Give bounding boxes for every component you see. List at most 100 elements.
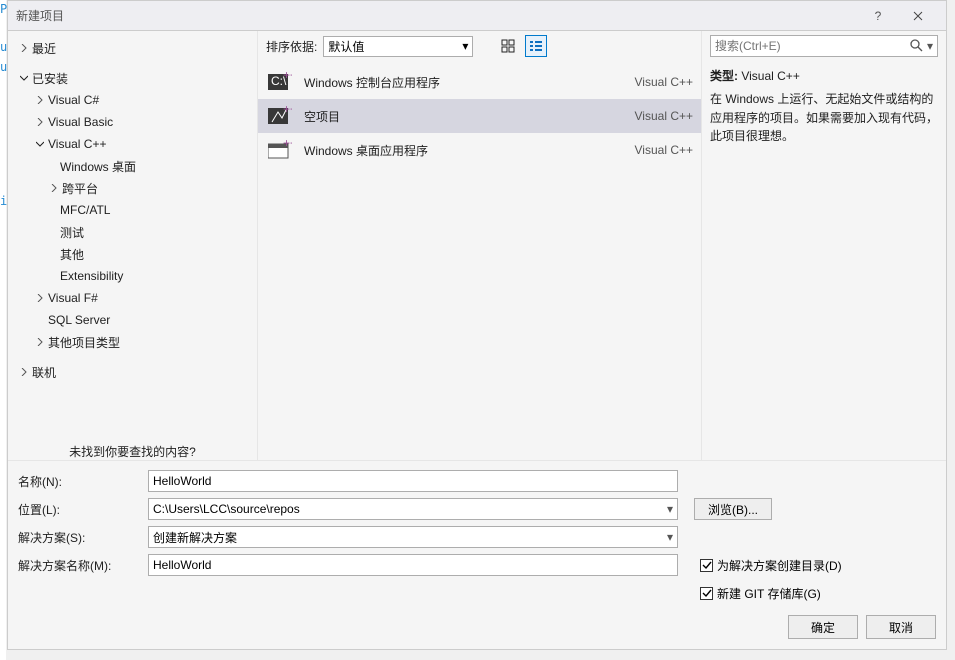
tree-fsharp[interactable]: Visual F# [8, 287, 257, 309]
browse-button[interactable]: 浏览(B)... [694, 498, 772, 520]
help-button[interactable]: ? [858, 2, 898, 30]
tree-vcpp[interactable]: Visual C++ [8, 133, 257, 155]
chevron-down-icon: ▾ [462, 39, 468, 53]
desktop-app-icon: ++ [266, 138, 294, 162]
tree-label: MFC/ATL [60, 203, 110, 217]
template-name: Windows 控制台应用程序 [304, 74, 635, 91]
solution-name-input[interactable] [148, 554, 678, 576]
window-title: 新建项目 [16, 7, 858, 24]
tree-extensibility[interactable]: Extensibility [8, 265, 257, 287]
type-label: 类型: [710, 69, 738, 83]
template-name: 空项目 [304, 108, 635, 125]
template-lang: Visual C++ [635, 109, 693, 123]
location-combo[interactable]: C:\Users\LCC\source\repos ▾ [148, 498, 678, 520]
template-name: Windows 桌面应用程序 [304, 142, 635, 159]
check-icon [702, 560, 712, 570]
create-dir-label: 为解决方案创建目录(D) [717, 557, 842, 574]
type-value: Visual C++ [741, 69, 799, 83]
chevron-right-icon [18, 366, 30, 378]
tree-label: 其他项目类型 [48, 334, 120, 351]
location-label: 位置(L): [18, 501, 148, 518]
type-line: 类型: Visual C++ [710, 67, 938, 84]
tree-label: 已安装 [32, 70, 68, 87]
tree-label: SQL Server [48, 313, 110, 327]
tree-label: 跨平台 [62, 180, 98, 197]
list-icon [529, 39, 543, 53]
tree-label: Visual F# [48, 291, 98, 305]
tree-label: 测试 [60, 224, 84, 241]
tree-sqlserver[interactable]: SQL Server [8, 309, 257, 331]
project-name-input[interactable] [148, 470, 678, 492]
solution-combo[interactable]: 创建新解决方案 ▾ [148, 526, 678, 548]
tree-other-sub[interactable]: 其他 [8, 243, 257, 265]
git-checkbox[interactable] [700, 587, 713, 600]
titlebar: 新建项目 ? [8, 1, 946, 31]
name-label: 名称(N): [18, 473, 148, 490]
chevron-down-icon: ▾ [667, 530, 673, 544]
chevron-right-icon [18, 72, 30, 84]
chevron-right-icon [34, 336, 46, 348]
chevron-right-icon [34, 116, 46, 128]
tree-vb[interactable]: Visual Basic [8, 111, 257, 133]
tree-other-types[interactable]: 其他项目类型 [8, 331, 257, 353]
chevron-right-icon [48, 182, 60, 194]
ok-button[interactable]: 确定 [788, 615, 858, 639]
solution-value: 创建新解决方案 [153, 529, 237, 546]
chevron-right-icon [34, 138, 46, 150]
chevron-right-icon [34, 94, 46, 106]
view-medium-icons-button[interactable] [497, 35, 519, 57]
template-pane: 排序依据: 默认值 ▾ C:\++ Windows 控制 [258, 31, 702, 460]
tree-label: Windows 桌面 [60, 158, 136, 175]
tree-label: 其他 [60, 246, 84, 263]
template-row-console[interactable]: C:\++ Windows 控制台应用程序 Visual C++ [258, 65, 701, 99]
new-project-dialog: 新建项目 ? 最近 已安装 Visual C# Visual Basic [7, 0, 947, 650]
tree-online[interactable]: 联机 [8, 361, 257, 383]
tree-label: Visual C# [48, 93, 99, 107]
category-tree: 最近 已安装 Visual C# Visual Basic Visual C++… [8, 31, 258, 460]
chevron-right-icon [34, 292, 46, 304]
solution-label: 解决方案(S): [18, 529, 148, 546]
template-lang: Visual C++ [635, 143, 693, 157]
sort-value: 默认值 [328, 38, 364, 55]
search-icon [909, 38, 923, 55]
search-box[interactable]: ▾ [710, 35, 938, 57]
form-area: 名称(N): 位置(L): C:\Users\LCC\source\repos … [8, 460, 946, 649]
description-pane: ▾ 类型: Visual C++ 在 Windows 上运行、无起始文件或结构的… [702, 31, 946, 460]
svg-text:++: ++ [283, 140, 292, 150]
description-text: 在 Windows 上运行、无起始文件或结构的应用程序的项目。如果需要加入现有代… [710, 90, 938, 146]
sort-combo[interactable]: 默认值 ▾ [323, 36, 473, 57]
sort-label: 排序依据: [266, 38, 317, 55]
tree-recent[interactable]: 最近 [8, 37, 257, 59]
tree-win-desktop[interactable]: Windows 桌面 [8, 155, 257, 177]
tree-csharp[interactable]: Visual C# [8, 89, 257, 111]
close-icon [913, 11, 923, 21]
template-row-desktop[interactable]: ++ Windows 桌面应用程序 Visual C++ [258, 133, 701, 167]
tree-label: Visual C++ [48, 137, 106, 151]
check-icon [702, 588, 712, 598]
svg-text:++: ++ [283, 72, 292, 82]
svg-text:++: ++ [283, 106, 292, 116]
solname-label: 解决方案名称(M): [18, 557, 148, 574]
template-lang: Visual C++ [635, 75, 693, 89]
tree-mfcatl[interactable]: MFC/ATL [8, 199, 257, 221]
tree-installed[interactable]: 已安装 [8, 67, 257, 89]
tree-label: Extensibility [60, 269, 123, 283]
tree-label: Visual Basic [48, 115, 113, 129]
cancel-button[interactable]: 取消 [866, 615, 936, 639]
chevron-down-icon: ▾ [667, 502, 673, 516]
tree-crossplat[interactable]: 跨平台 [8, 177, 257, 199]
tree-label: 联机 [32, 364, 56, 381]
grid-icon [501, 39, 515, 53]
template-row-empty[interactable]: ++ 空项目 Visual C++ [258, 99, 701, 133]
missing-prompt: 未找到你要查找的内容? [8, 443, 257, 460]
tree-test[interactable]: 测试 [8, 221, 257, 243]
console-app-icon: C:\++ [266, 70, 294, 94]
git-label: 新建 GIT 存储库(G) [717, 585, 821, 602]
close-button[interactable] [898, 2, 938, 30]
chevron-down-icon: ▾ [927, 39, 933, 53]
empty-project-icon: ++ [266, 104, 294, 128]
create-dir-checkbox[interactable] [700, 559, 713, 572]
search-input[interactable] [715, 39, 909, 53]
view-small-icons-button[interactable] [525, 35, 547, 57]
chevron-right-icon [18, 42, 30, 54]
